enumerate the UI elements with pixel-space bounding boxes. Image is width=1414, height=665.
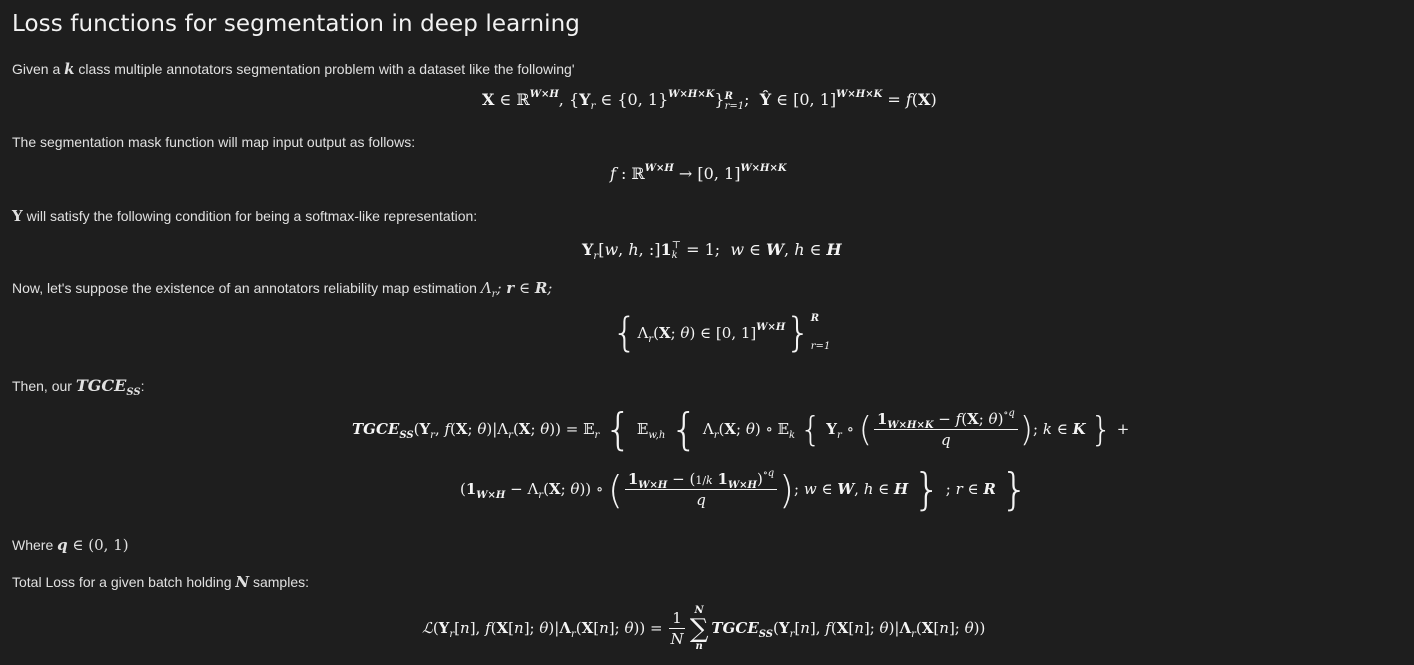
equation-tgce-line-2: (1W×H − Λr(X; θ)) ∘ (1W×H − (1/k 1W×H)∘q…	[460, 464, 1029, 515]
equation-dataset: X ∈ ℝW×H, {Yr ∈ {0, 1}W×H×K} Rr=1; Ŷ ∈ [0…	[482, 89, 937, 112]
page-title: Loss functions for segmentation in deep …	[12, 11, 581, 37]
paragraph-q-range: Where q ∈ (0, 1)	[12, 536, 129, 554]
equation-tgce-line-1: TGCESS(Yr, f(X; θ)|Λr(X; θ)) = 𝔼r { 𝔼w,h…	[352, 404, 1130, 455]
var-Y: Y	[12, 207, 23, 225]
paragraph-reliability-intro: Now, let's suppose the existence of an a…	[12, 279, 553, 300]
var-k: k	[64, 60, 75, 78]
paragraph-dataset-intro: Given a k class multiple annotators segm…	[12, 60, 575, 78]
equation-total-loss: ℒ(Yr[n], f(X[n]; θ)|Λr(X[n]; θ)) = 1 N N ∑ n…	[422, 605, 986, 652]
paragraph-tgce-intro: Then, our TGCESS:	[12, 376, 145, 398]
paragraph-total-loss-intro: Total Loss for a given batch holding N s…	[12, 573, 310, 591]
equation-reliability-set: {Λr(X; θ) ∈ [0, 1]W×H} R r=1	[612, 310, 831, 356]
equation-softmax-condition: Yr[w, h, :]1 ⊤ k = 1; w ∈ W, h ∈ H	[582, 240, 842, 262]
var-N: N	[235, 573, 250, 591]
inline-math-tgce: TGCESS	[75, 376, 141, 398]
equation-mapping: f : ℝW×H → [0, 1]W×H×K	[610, 163, 787, 183]
document: Loss functions for segmentation in deep …	[12, 0, 1402, 665]
inline-math-lambda: Λr; r ∈ R;	[480, 279, 553, 300]
paragraph-softmax-intro: Y will satisfy the following condition f…	[12, 207, 478, 225]
inline-math-q: q ∈ (0, 1)	[57, 536, 129, 554]
paragraph-mapping-intro: The segmentation mask function will map …	[12, 134, 416, 150]
